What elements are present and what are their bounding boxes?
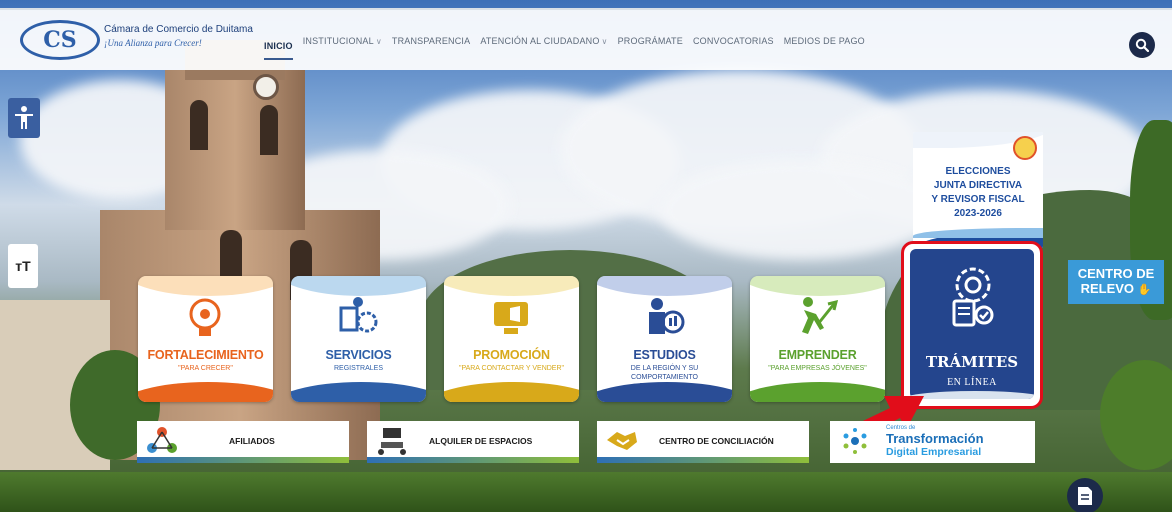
chevron-down-icon: ∨ xyxy=(375,36,382,46)
logo-tagline: ¡Una Alianza para Crecer! xyxy=(104,38,202,48)
elecciones-line-1: ELECCIONES xyxy=(945,166,1011,177)
text-size-icon: тT xyxy=(15,258,31,274)
nav-item-label: TRANSPARENCIA xyxy=(391,36,471,46)
tile-estudios[interactable]: ESTUDIOS DE LA REGIÓN Y SU COMPORTAMIENTO… xyxy=(597,276,732,402)
tramites-en-linea-tile[interactable]: TRÁMITES EN LÍNEA xyxy=(901,241,1043,409)
nav-item-3[interactable]: ATENCIÓN AL CIUDADANO ∨ xyxy=(480,34,607,48)
transformacion-title: Transformación xyxy=(886,431,984,446)
tile-title: EMPRENDER xyxy=(778,348,857,362)
accessibility-icon xyxy=(15,106,33,129)
centro-conciliacion-label: CENTRO DE CONCILIACIÓN xyxy=(659,436,774,446)
tramites-title: TRÁMITES xyxy=(925,353,1019,371)
accessibility-button[interactable] xyxy=(8,98,40,138)
nav-item-label: MEDIOS DE PAGO xyxy=(783,36,865,46)
nav-item-0[interactable]: INICIO xyxy=(264,41,293,60)
tile-subtitle: "PARA CONTACTAR Y VENDER" xyxy=(458,365,565,372)
tile-emprender[interactable]: EMPRENDER "PARA EMPRESAS JÓVENES" xyxy=(750,276,885,402)
search-icon xyxy=(1135,38,1149,52)
tile-title: SERVICIOS xyxy=(325,348,392,362)
main-nav: INICIO INSTITUCIONAL ∨ TRANSPARENCIA ATENCIÓ… xyxy=(264,34,875,60)
nav-item-label: ATENCIÓN AL CIUDADANO xyxy=(480,36,600,46)
transformacion-subtitle: Digital Empresarial xyxy=(886,446,982,458)
elecciones-line-3: Y REVISOR FISCAL xyxy=(931,194,1025,205)
nav-item-5[interactable]: CONVOCATORIAS xyxy=(693,34,774,48)
person-chart-icon xyxy=(649,298,685,334)
afiliados-label: AFILIADOS xyxy=(229,436,275,446)
nav-item-1[interactable]: INSTITUCIONAL ∨ xyxy=(303,34,382,48)
elecciones-line-4: 2023-2026 xyxy=(954,208,1002,219)
tile-subtitle: "PARA EMPRESAS JÓVENES" xyxy=(768,365,867,372)
running-person-arrow-icon xyxy=(802,297,839,334)
network-people-icon xyxy=(147,427,177,453)
logo-name: Cámara de Comercio de Duitama xyxy=(104,24,253,35)
tramites-panel: TRÁMITES EN LÍNEA xyxy=(910,249,1034,399)
text-size-button[interactable]: тT xyxy=(8,244,38,288)
chevron-down-icon: ∨ xyxy=(601,36,608,46)
lightbulb-gear-icon xyxy=(189,298,221,336)
nav-item-label: INICIO xyxy=(264,41,293,51)
logo-emblem-icon: CS xyxy=(20,20,100,60)
site-header: CS Cámara de Comercio de Duitama ¡Una Al… xyxy=(0,8,1172,70)
people-group-icon xyxy=(1013,136,1037,160)
nav-item-label: INSTITUCIONAL xyxy=(302,36,374,46)
transformacion-digital-banner[interactable]: Centros de Transformación Digital Empres… xyxy=(830,421,1035,463)
nav-item-label: CONVOCATORIAS xyxy=(692,36,774,46)
digital-dots-icon xyxy=(843,428,867,454)
elecciones-banner[interactable]: ELECCIONES JUNTA DIRECTIVA Y REVISOR FIS… xyxy=(913,132,1043,248)
nav-item-label: PROGRÁMATE xyxy=(617,36,683,46)
centro-conciliacion-banner[interactable]: CENTRO DE CONCILIACIÓN xyxy=(597,421,809,463)
alquiler-espacios-banner[interactable]: ALQUILER DE ESPACIOS xyxy=(367,421,579,463)
search-button[interactable] xyxy=(1129,32,1155,58)
monitor-megaphone-icon xyxy=(494,302,528,334)
document-floating-button[interactable] xyxy=(1067,478,1103,512)
afiliados-banner[interactable]: AFILIADOS xyxy=(137,421,349,463)
handshake-icon xyxy=(607,432,637,450)
document-icon xyxy=(1078,487,1092,505)
gear-document-icon xyxy=(952,267,994,327)
elecciones-text: ELECCIONES JUNTA DIRECTIVA Y REVISOR FIS… xyxy=(913,165,1043,221)
tile-subtitle: DE LA REGIÓN Y SU COMPORTAMIENTO EMPRESA… xyxy=(630,365,699,390)
nav-item-4[interactable]: PROGRÁMATE xyxy=(618,34,683,48)
tile-fortalecimiento[interactable]: FORTALECIMIENTO "PARA CRECER" xyxy=(138,276,273,402)
nav-item-6[interactable]: MEDIOS DE PAGO xyxy=(784,34,865,48)
meeting-room-icon xyxy=(378,428,406,455)
tile-title: FORTALECIMIENTO xyxy=(147,348,264,362)
nav-item-2[interactable]: TRANSPARENCIA xyxy=(392,34,470,48)
tile-servicios[interactable]: SERVICIOS REGISTRALES xyxy=(291,276,426,402)
elecciones-line-2: JUNTA DIRECTIVA xyxy=(933,180,1023,191)
tile-title: PROMOCIÓN xyxy=(473,348,550,362)
centro-relevo-button[interactable]: CENTRO DE RELEVO ✋ xyxy=(1068,260,1164,304)
hands-icon: ✋ xyxy=(1137,284,1152,296)
tile-title: ESTUDIOS xyxy=(633,348,696,362)
tile-subtitle: "PARA CRECER" xyxy=(178,365,233,372)
tile-subtitle: REGISTRALES xyxy=(333,365,383,372)
tile-promocin[interactable]: PROMOCIÓN "PARA CONTACTAR Y VENDER" xyxy=(444,276,579,402)
alquiler-espacios-label: ALQUILER DE ESPACIOS xyxy=(429,436,533,446)
chamber-logo[interactable]: CS Cámara de Comercio de Duitama ¡Una Al… xyxy=(16,16,256,66)
person-document-gear-icon xyxy=(339,297,378,333)
